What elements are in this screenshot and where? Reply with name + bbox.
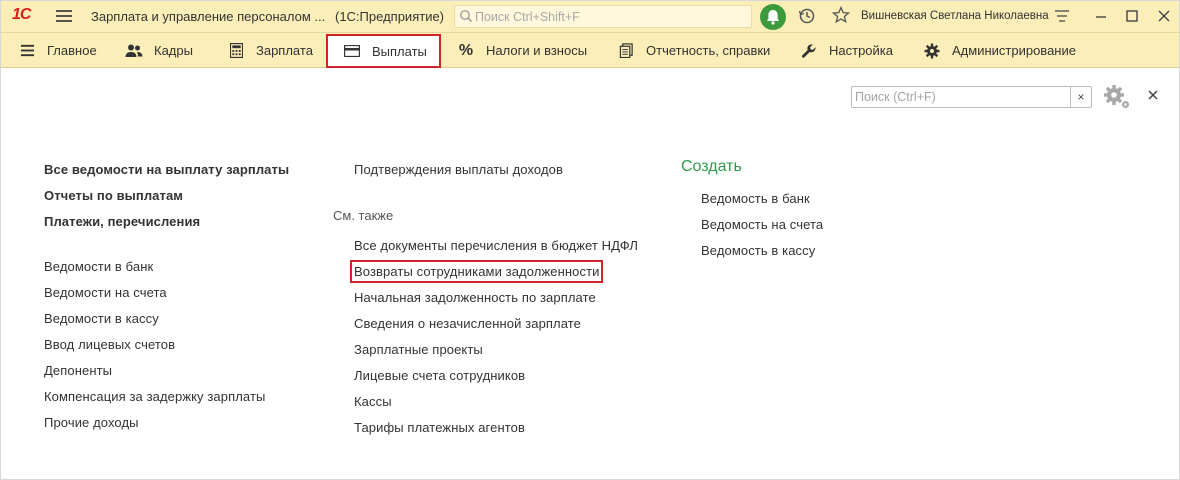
panel-search[interactable]: ×	[851, 86, 1092, 108]
link-personal-accounts-input[interactable]: Ввод лицевых счетов	[44, 337, 175, 352]
global-search[interactable]	[454, 5, 752, 28]
sections-panel: Главное Кадры Зарплата Выплаты % Налоги …	[0, 33, 1180, 68]
section-personnel[interactable]: Кадры	[125, 33, 193, 68]
link-delay-compensation[interactable]: Компенсация за задержку зарплаты	[44, 389, 265, 404]
wallet-icon	[343, 42, 361, 60]
section-main-label: Главное	[47, 43, 97, 58]
link-other-income[interactable]: Прочие доходы	[44, 415, 139, 430]
create-header: Создать	[681, 158, 742, 175]
section-salary-label: Зарплата	[256, 43, 313, 58]
link-all-statements[interactable]: Все ведомости на выплату зарплаты	[44, 162, 289, 177]
burger-menu-icon[interactable]	[56, 8, 72, 24]
link-bank-statements[interactable]: Ведомости в банк	[44, 259, 153, 274]
maximize-icon[interactable]	[1124, 8, 1140, 24]
section-salary[interactable]: Зарплата	[227, 33, 313, 68]
user-name[interactable]: Вишневская Светлана Николаевна	[861, 10, 1049, 22]
link-account-statements[interactable]: Ведомости на счета	[44, 285, 167, 300]
app-title: Зарплата и управление персоналом ...	[91, 9, 326, 24]
section-taxes-label: Налоги и взносы	[486, 43, 588, 58]
link-income-confirmations[interactable]: Подтверждения выплаты доходов	[354, 162, 563, 177]
title-bar: 1С Зарплата и управление персоналом ... …	[0, 0, 1180, 33]
section-taxes[interactable]: % Налоги и взносы	[457, 33, 587, 68]
link-create-account-statement[interactable]: Ведомость на счета	[701, 217, 823, 232]
section-reports-label: Отчетность, справки	[646, 43, 771, 58]
link-salary-projects[interactable]: Зарплатные проекты	[354, 342, 483, 357]
people-icon	[125, 42, 143, 60]
link-create-bank-statement[interactable]: Ведомость в банк	[701, 191, 810, 206]
section-main[interactable]: Главное	[18, 33, 97, 68]
section-administration-label: Администрирование	[952, 43, 1076, 58]
link-payments-transfers[interactable]: Платежи, перечисления	[44, 214, 200, 229]
history-icon[interactable]	[798, 7, 816, 25]
gear-icon	[923, 42, 941, 60]
link-depositors[interactable]: Депоненты	[44, 363, 112, 378]
clear-search-button[interactable]: ×	[1070, 87, 1091, 107]
section-payments-label: Выплаты	[372, 43, 427, 59]
link-create-cash-statement[interactable]: Ведомость в кассу	[701, 243, 815, 258]
section-personnel-label: Кадры	[154, 43, 193, 58]
burger-icon	[18, 42, 36, 60]
app-mode: (1С:Предприятие)	[335, 9, 445, 24]
close-icon[interactable]	[1156, 8, 1172, 24]
link-payment-reports[interactable]: Отчеты по выплатам	[44, 188, 183, 203]
logo-1c[interactable]: 1С	[12, 6, 31, 24]
link-payment-agent-tariffs[interactable]: Тарифы платежных агентов	[354, 420, 525, 435]
calculator-icon	[227, 42, 245, 60]
link-initial-salary-debt[interactable]: Начальная задолженность по зарплате	[354, 290, 596, 305]
link-ndfl-transfer-docs[interactable]: Все документы перечисления в бюджет НДФЛ	[354, 238, 638, 253]
wrench-icon	[800, 42, 818, 60]
section-reports[interactable]: Отчетность, справки	[617, 33, 770, 68]
percent-icon: %	[458, 41, 474, 59]
section-payments[interactable]: Выплаты	[326, 34, 441, 68]
panel-search-input[interactable]	[855, 89, 1067, 105]
link-employee-accounts[interactable]: Лицевые счета сотрудников	[354, 368, 525, 383]
settings-lines-icon[interactable]	[1054, 8, 1070, 24]
see-also-header: См. также	[333, 208, 394, 223]
star-icon[interactable]	[832, 6, 850, 24]
section-administration[interactable]: Администрирование	[923, 33, 1076, 68]
bell-icon[interactable]	[760, 4, 786, 30]
global-search-input[interactable]	[475, 8, 745, 26]
section-settings-label: Настройка	[829, 43, 893, 58]
link-cash-statements[interactable]: Ведомости в кассу	[44, 311, 159, 326]
minimize-icon[interactable]	[1093, 8, 1109, 24]
search-icon	[460, 10, 473, 23]
section-settings[interactable]: Настройка	[800, 33, 893, 68]
panel-close-icon[interactable]	[1147, 89, 1159, 101]
link-uncredited-salary[interactable]: Сведения о незачисленной зарплате	[354, 316, 581, 331]
settings-gear-icon[interactable]	[1103, 84, 1131, 110]
link-employee-debt-returns[interactable]: Возвраты сотрудниками задолженности	[349, 260, 604, 283]
link-cash-desks[interactable]: Кассы	[354, 394, 392, 409]
documents-icon	[617, 42, 635, 60]
